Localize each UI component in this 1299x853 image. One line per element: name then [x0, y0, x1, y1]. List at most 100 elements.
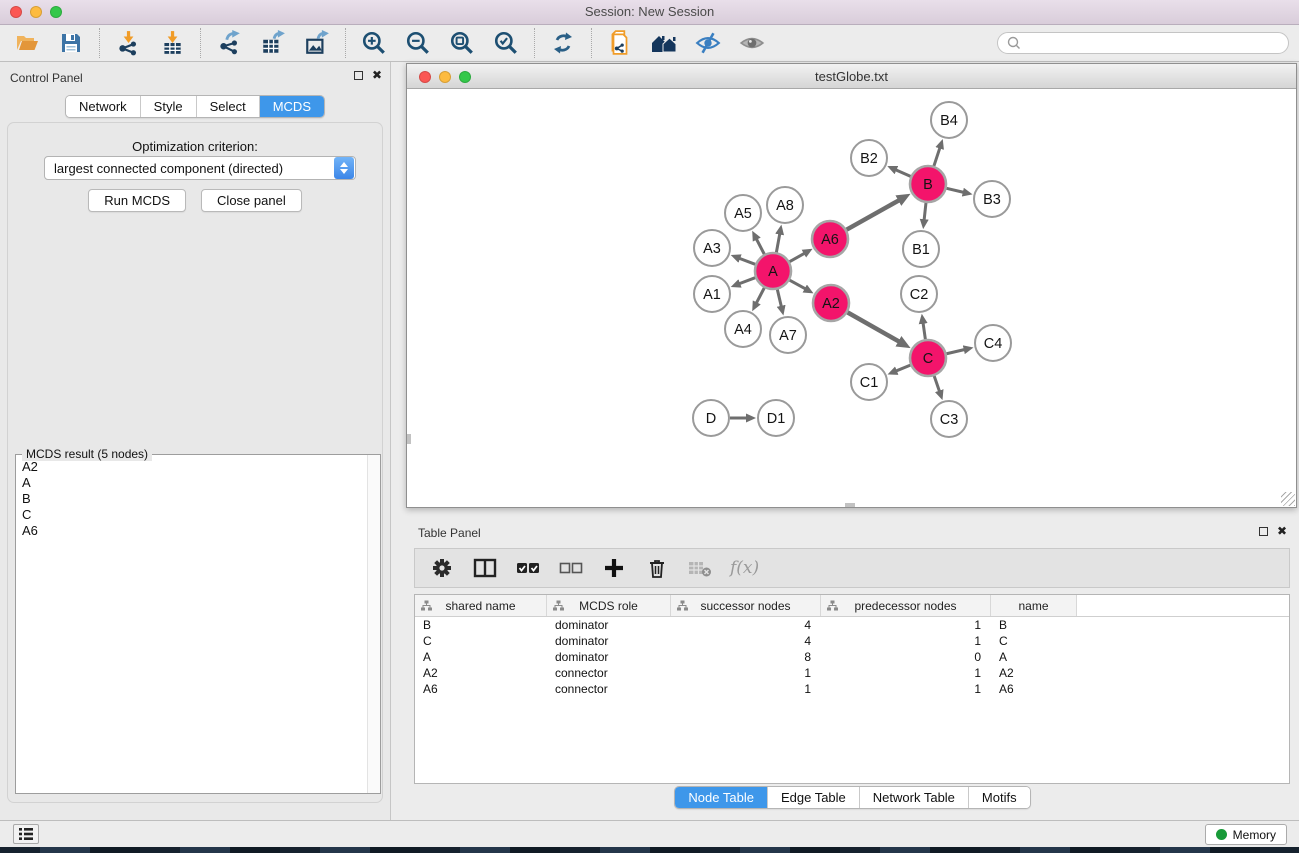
tab-select[interactable]: Select: [196, 96, 259, 117]
result-item[interactable]: A: [16, 475, 366, 491]
column-header-name[interactable]: name: [991, 595, 1077, 616]
graph-edge-B-B3[interactable]: [946, 188, 963, 192]
search-input[interactable]: [1026, 36, 1288, 50]
float-table-panel-icon[interactable]: [1259, 527, 1268, 536]
network-window-titlebar[interactable]: testGlobe.txt: [407, 64, 1296, 89]
table-row[interactable]: Adominator80A: [415, 649, 1289, 665]
graph-edge-C-C3[interactable]: [934, 376, 939, 392]
show-columns-icon[interactable]: [472, 555, 498, 581]
show-all-icon[interactable]: [737, 29, 767, 57]
graph-node-A7[interactable]: A7: [770, 317, 806, 353]
result-item[interactable]: A2: [16, 459, 366, 475]
table-row[interactable]: Cdominator41C: [415, 633, 1289, 649]
tab-motifs[interactable]: Motifs: [968, 787, 1030, 808]
unselect-all-columns-icon[interactable]: [558, 555, 584, 581]
result-item[interactable]: B: [16, 491, 366, 507]
graph-edge-A-A8[interactable]: [776, 234, 779, 253]
tab-edge-table[interactable]: Edge Table: [767, 787, 859, 808]
graph-node-B1[interactable]: B1: [903, 231, 939, 267]
import-network-icon[interactable]: [113, 29, 143, 57]
graph-edge-A-A2[interactable]: [790, 280, 806, 289]
column-header-predecessor-nodes[interactable]: predecessor nodes: [821, 595, 991, 616]
result-item[interactable]: A6: [16, 523, 366, 539]
graph-node-A4[interactable]: A4: [725, 311, 761, 347]
graph-node-B4[interactable]: B4: [931, 102, 967, 138]
graph-edge-C-C4[interactable]: [947, 350, 965, 354]
graph-edge-A-A3[interactable]: [739, 258, 755, 264]
graph-node-A8[interactable]: A8: [767, 187, 803, 223]
graph-node-A6[interactable]: A6: [812, 221, 848, 257]
first-neighbors-icon[interactable]: [649, 29, 679, 57]
delete-column-icon[interactable]: [644, 555, 670, 581]
graph-node-C4[interactable]: C4: [975, 325, 1011, 361]
window-resize-grip[interactable]: [1281, 492, 1295, 506]
zoom-fit-icon[interactable]: [447, 29, 477, 57]
import-table-icon[interactable]: [157, 29, 187, 57]
graph-node-A3[interactable]: A3: [694, 230, 730, 266]
run-mcds-button[interactable]: Run MCDS: [88, 189, 186, 212]
export-image-icon[interactable]: [302, 29, 332, 57]
graph-node-B2[interactable]: B2: [851, 140, 887, 176]
criterion-dropdown[interactable]: largest connected component (directed): [44, 156, 356, 180]
close-table-panel-icon[interactable]: ✖: [1277, 526, 1287, 536]
tab-style[interactable]: Style: [140, 96, 196, 117]
graph-edge-B-B2[interactable]: [896, 170, 911, 177]
table-settings-icon[interactable]: [429, 555, 455, 581]
select-all-columns-icon[interactable]: [515, 555, 541, 581]
close-panel-icon[interactable]: ✖: [372, 70, 382, 80]
export-table-icon[interactable]: [258, 29, 288, 57]
graph-node-B3[interactable]: B3: [974, 181, 1010, 217]
graph-node-C3[interactable]: C3: [931, 401, 967, 437]
tab-mcds[interactable]: MCDS: [259, 96, 324, 117]
result-scrollbar[interactable]: [367, 455, 380, 793]
graph-edge-A-A4[interactable]: [756, 288, 764, 303]
graph-node-C2[interactable]: C2: [901, 276, 937, 312]
column-header-shared-name[interactable]: shared name: [415, 595, 547, 616]
zoom-out-icon[interactable]: [403, 29, 433, 57]
vertical-scroll-indicator[interactable]: [407, 434, 411, 444]
refresh-icon[interactable]: [548, 29, 578, 57]
function-builder-icon[interactable]: f(x): [730, 558, 759, 578]
add-column-icon[interactable]: [601, 555, 627, 581]
hide-selected-icon[interactable]: [693, 29, 723, 57]
table-row[interactable]: A6connector11A6: [415, 681, 1289, 697]
graph-edge-A-A5[interactable]: [756, 239, 764, 254]
network-canvas[interactable]: B4B2BB3A8A5A6A3B1AA1C2A2A4A7C4CC1C3DD1: [407, 89, 1296, 507]
graph-edge-B-B1[interactable]: [924, 203, 926, 220]
zoom-in-icon[interactable]: [359, 29, 389, 57]
tab-network-table[interactable]: Network Table: [859, 787, 968, 808]
zoom-selected-icon[interactable]: [491, 29, 521, 57]
graph-node-C[interactable]: C: [910, 340, 946, 376]
column-header-successor-nodes[interactable]: successor nodes: [671, 595, 821, 616]
tab-node-table[interactable]: Node Table: [675, 787, 767, 808]
table-row[interactable]: Bdominator41B: [415, 617, 1289, 633]
horizontal-scroll-indicator[interactable]: [845, 503, 855, 507]
export-network-icon[interactable]: [214, 29, 244, 57]
table-row[interactable]: A2connector11A2: [415, 665, 1289, 681]
graph-node-A1[interactable]: A1: [694, 276, 730, 312]
graph-edge-A-A6[interactable]: [790, 253, 805, 262]
graph-node-D[interactable]: D: [693, 400, 729, 436]
graph-edge-C-C1[interactable]: [896, 365, 911, 371]
graph-edge-A6-B[interactable]: [847, 200, 900, 230]
float-panel-icon[interactable]: [354, 71, 363, 80]
graph-edge-B-B4[interactable]: [934, 148, 940, 166]
graph-edge-A-A7[interactable]: [777, 289, 781, 306]
graph-node-B[interactable]: B: [910, 166, 946, 202]
task-history-button[interactable]: [13, 824, 39, 844]
graph-node-C1[interactable]: C1: [851, 364, 887, 400]
graph-edge-A-A1[interactable]: [739, 278, 755, 284]
graph-node-A[interactable]: A: [755, 253, 791, 289]
tab-network[interactable]: Network: [66, 96, 140, 117]
graph-node-A2[interactable]: A2: [813, 285, 849, 321]
save-session-icon[interactable]: [56, 29, 86, 57]
memory-button[interactable]: Memory: [1205, 824, 1287, 845]
close-panel-button[interactable]: Close panel: [201, 189, 302, 212]
graph-node-A5[interactable]: A5: [725, 195, 761, 231]
delete-table-icon[interactable]: [687, 555, 713, 581]
open-file-icon[interactable]: [12, 29, 42, 57]
graph-edge-C-C2[interactable]: [923, 323, 925, 339]
graph-edge-A2-C[interactable]: [848, 312, 900, 341]
result-item[interactable]: C: [16, 507, 366, 523]
column-header-MCDS-role[interactable]: MCDS role: [547, 595, 671, 616]
